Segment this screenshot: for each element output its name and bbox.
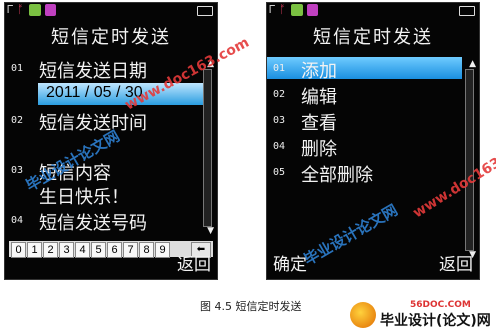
message-icon [291, 4, 303, 16]
signal-icon: Ꮁ [269, 3, 276, 16]
menu-item-delete-all[interactable]: 05 全部删除 [267, 161, 467, 186]
menu-label: 添加 [301, 61, 337, 82]
document-icon [45, 4, 56, 16]
menu-number: 02 [273, 89, 286, 100]
alert-icon: ᚩ [17, 3, 24, 16]
logo-emblem-icon [350, 302, 376, 328]
message-icon [29, 4, 41, 16]
back-softkey[interactable]: 返回 [177, 250, 211, 275]
menu-label: 删除 [301, 139, 337, 160]
phone-screen-right: Ꮁ ᚩ 短信定时发送 01 添加 02 编辑 03 查看 04 删除 05 全部… [266, 2, 480, 280]
logo-site: 56DOC.COM [410, 300, 471, 310]
key-8[interactable]: 8 [139, 242, 154, 258]
status-bar: Ꮁ ᚩ [5, 3, 217, 19]
key-3[interactable]: 3 [59, 242, 74, 258]
key-2[interactable]: 2 [43, 242, 58, 258]
menu-number: 04 [273, 141, 286, 152]
menu-number: 01 [273, 63, 286, 74]
alert-icon: ᚩ [279, 3, 286, 16]
row-number: 04 [11, 215, 24, 226]
battery-icon [459, 6, 475, 16]
menu-item-add[interactable]: 01 添加 [267, 57, 467, 82]
menu-label: 查看 [301, 113, 337, 134]
scroll-down-arrow-icon[interactable]: ▼ [207, 226, 214, 236]
field-number-label[interactable]: 04 短信发送号码 [5, 209, 205, 234]
scrollbar[interactable] [465, 69, 474, 251]
menu-item-view[interactable]: 03 查看 [267, 109, 467, 134]
row-number: 03 [11, 165, 24, 176]
menu-label: 全部删除 [301, 165, 373, 186]
key-4[interactable]: 4 [75, 242, 90, 258]
menu-label: 编辑 [301, 87, 337, 108]
menu-number: 05 [273, 167, 286, 178]
key-7[interactable]: 7 [123, 242, 138, 258]
back-softkey[interactable]: 返回 [439, 250, 473, 275]
menu-item-delete[interactable]: 04 删除 [267, 135, 467, 160]
status-bar: Ꮁ ᚩ [267, 3, 479, 19]
document-icon [307, 4, 318, 16]
key-6[interactable]: 6 [107, 242, 122, 258]
figure-caption: 图 4.5 短信定时发送 [200, 300, 302, 313]
row-number: 01 [11, 63, 24, 74]
scrollbar[interactable] [203, 69, 212, 227]
screen-title: 短信定时发送 [51, 27, 171, 48]
content-text: 生日快乐！ [39, 187, 129, 208]
signal-icon: Ꮁ [7, 3, 14, 16]
key-5[interactable]: 5 [91, 242, 106, 258]
logo-text: 毕业设计(论文)网 [380, 313, 491, 329]
row-number: 02 [11, 115, 24, 126]
site-logo: 56DOC.COM 毕业设计(论文)网 [350, 300, 491, 330]
battery-icon [197, 6, 213, 16]
menu-number: 03 [273, 115, 286, 126]
screen-title: 短信定时发送 [313, 27, 433, 48]
row-label: 短信发送日期 [39, 61, 147, 82]
key-9[interactable]: 9 [155, 242, 170, 258]
row-label: 短信发送号码 [39, 213, 147, 234]
key-0[interactable]: 0 [11, 242, 26, 258]
menu-item-edit[interactable]: 02 编辑 [267, 83, 467, 108]
key-1[interactable]: 1 [27, 242, 42, 258]
scroll-up-arrow-icon[interactable]: ▲ [469, 59, 476, 69]
